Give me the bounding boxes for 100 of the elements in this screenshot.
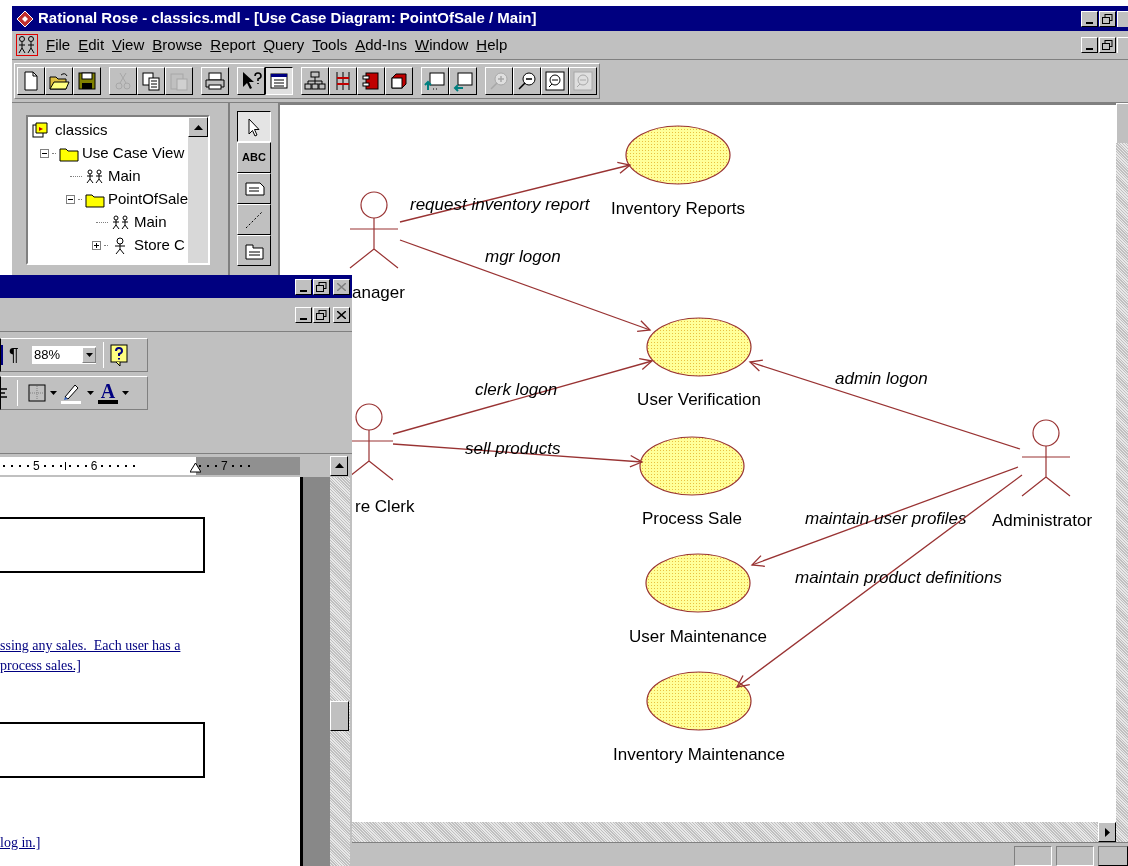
restore-button[interactable] [1099,10,1116,27]
use-case-label: User Maintenance [629,627,767,646]
scroll-up-button[interactable] [188,117,208,137]
restore-icon [1102,40,1113,50]
menu-item[interactable]: Tools [308,33,352,57]
minimize-button[interactable] [1081,10,1098,27]
tree-item[interactable]: Main [108,165,141,188]
scroll-thumb[interactable] [330,701,349,731]
window-title: Rational Rose - classics.mdl - [Use Case Diagram: PointOfSale / Main] [38,8,537,29]
close-button[interactable] [1117,10,1128,27]
use-case-label: Inventory Reports [610,199,746,218]
anchor-tool[interactable] [237,204,271,235]
restore-button[interactable] [1099,37,1116,53]
vertical-scrollbar[interactable] [1116,103,1128,842]
use-case-label: Process Sale [641,509,743,528]
tree-item[interactable]: classics [55,119,108,142]
actor-label: re Clerk [355,497,415,516]
collapse-icon[interactable] [66,195,75,204]
zoom-dropdown[interactable]: 88% [31,345,97,365]
zoom-in-icon [488,70,510,92]
association-label: admin logon [835,369,928,388]
note-tool[interactable] [237,173,271,204]
menu-item[interactable]: Window [411,33,473,57]
text-tool[interactable]: ABC [237,142,271,173]
previous-button[interactable] [449,67,477,95]
menu-item[interactable]: Edit [74,33,109,57]
tree-item[interactable]: Use Case View [82,142,185,165]
documentation-button[interactable] [265,67,293,95]
menu-item[interactable]: File [42,33,75,57]
close-icon [337,310,346,319]
menu-item[interactable]: View [108,33,149,57]
association-label: clerk logon [475,380,558,399]
interaction-button[interactable] [329,67,357,95]
close-button[interactable] [333,306,350,323]
font-color-button[interactable]: A [98,382,118,404]
clipboard-icon [168,70,190,92]
package-tool[interactable] [237,235,271,266]
pointer-tool[interactable] [237,111,271,142]
menu-item[interactable]: Query [259,33,309,57]
window-arrow-icon [424,70,446,92]
tree-item[interactable]: Store C [134,234,185,257]
expand-icon[interactable] [92,241,101,250]
copy-icon [140,70,162,92]
printer-icon [204,70,226,92]
actor-label: anager [352,283,405,302]
dropdown-arrow-icon [85,353,93,357]
scroll-up-button[interactable] [330,455,348,476]
minimize-button[interactable] [295,306,312,323]
print-button[interactable] [201,67,229,95]
dropdown-arrow-icon[interactable] [50,391,57,395]
parent-button[interactable] [421,67,449,95]
cube-button[interactable] [385,67,413,95]
horizontal-scrollbar[interactable] [352,822,1098,842]
help-icon[interactable] [110,344,128,366]
window-arrow-icon [452,70,474,92]
show-formatting-button[interactable]: ¶ [9,341,25,369]
align-icon[interactable] [1,386,7,400]
borders-icon[interactable] [28,384,46,402]
menu-item[interactable]: Help [472,33,512,57]
ruler-number: 5 [32,457,41,475]
copy-button[interactable] [137,67,165,95]
dropdown-arrow-icon[interactable] [122,391,129,395]
ruler-number: 6 [89,457,99,475]
tree-item[interactable]: Main [134,211,167,234]
link-text[interactable]: ssing any sales. Each user has a [0,637,181,655]
scroll-right-button[interactable] [1098,822,1116,842]
link-text[interactable]: log in.] [0,834,41,852]
restore-icon [316,281,327,292]
minimize-button[interactable] [295,278,312,295]
menu-item[interactable]: Report [206,33,260,57]
restore-button[interactable] [313,278,330,295]
fit-button[interactable] [541,67,569,95]
hierarchy-icon [304,70,326,92]
restore-button[interactable] [313,306,330,323]
hierarchy-button[interactable] [301,67,329,95]
ruler-number: 7 [220,457,229,475]
menu-item[interactable]: Browse [148,33,207,57]
vertical-scrollbar[interactable] [330,477,350,866]
document-icon[interactable] [16,34,38,56]
link-text[interactable]: process sales.] [0,657,81,675]
actor-label: Administrator [992,511,1093,530]
scrollbar[interactable] [188,117,208,263]
open-button[interactable] [45,67,73,95]
highlighter-icon[interactable] [61,382,83,404]
collapse-icon[interactable] [40,149,49,158]
tree-item[interactable]: PointOfSale [107,188,188,211]
indent-marker-icon[interactable] [190,462,201,473]
use-case-label: Inventory Maintenance [613,745,785,764]
up-arrow-icon [334,463,344,468]
new-button[interactable] [17,67,45,95]
minimize-button[interactable] [1081,37,1098,53]
zoom-out-button[interactable] [513,67,541,95]
status-panel [1056,845,1094,866]
save-button[interactable] [73,67,101,95]
cube-icon [388,70,410,92]
component-button[interactable] [357,67,385,95]
dropdown-arrow-icon[interactable] [87,391,94,395]
help-button[interactable] [237,67,265,95]
menu-item[interactable]: Add-Ins [351,33,411,57]
close-button[interactable] [333,278,350,295]
